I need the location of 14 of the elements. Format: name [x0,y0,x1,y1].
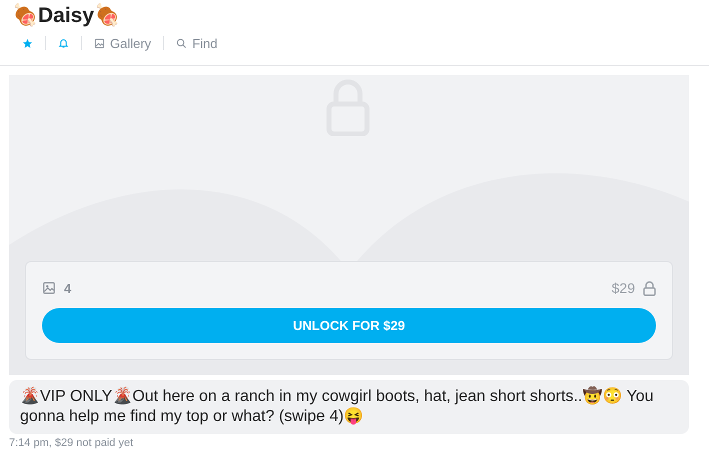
unlock-button[interactable]: UNLOCK FOR $29 [42,308,656,343]
search-icon [176,38,188,48]
message-meta: 7:14 pm, $29 not paid yet [9,437,134,449]
image-icon [42,281,56,295]
media-count: 4 [64,280,72,296]
lock-icon [643,280,656,296]
message-text: 🌋VIP ONLY🌋Out here on a ranch in my cowgirl boots, hat, jean short shorts..🤠😳 You gonna help me find my top or what? (swipe 4)😝 [9,380,689,434]
image-icon [94,38,105,48]
star-icon [22,38,33,48]
chat-title: 🍖Daisy🍖 [12,3,122,29]
bell-icon [58,37,69,49]
gallery-tab[interactable]: Gallery [82,33,164,53]
find-tab[interactable]: Find [164,33,230,53]
price-label: $29 [612,280,635,296]
